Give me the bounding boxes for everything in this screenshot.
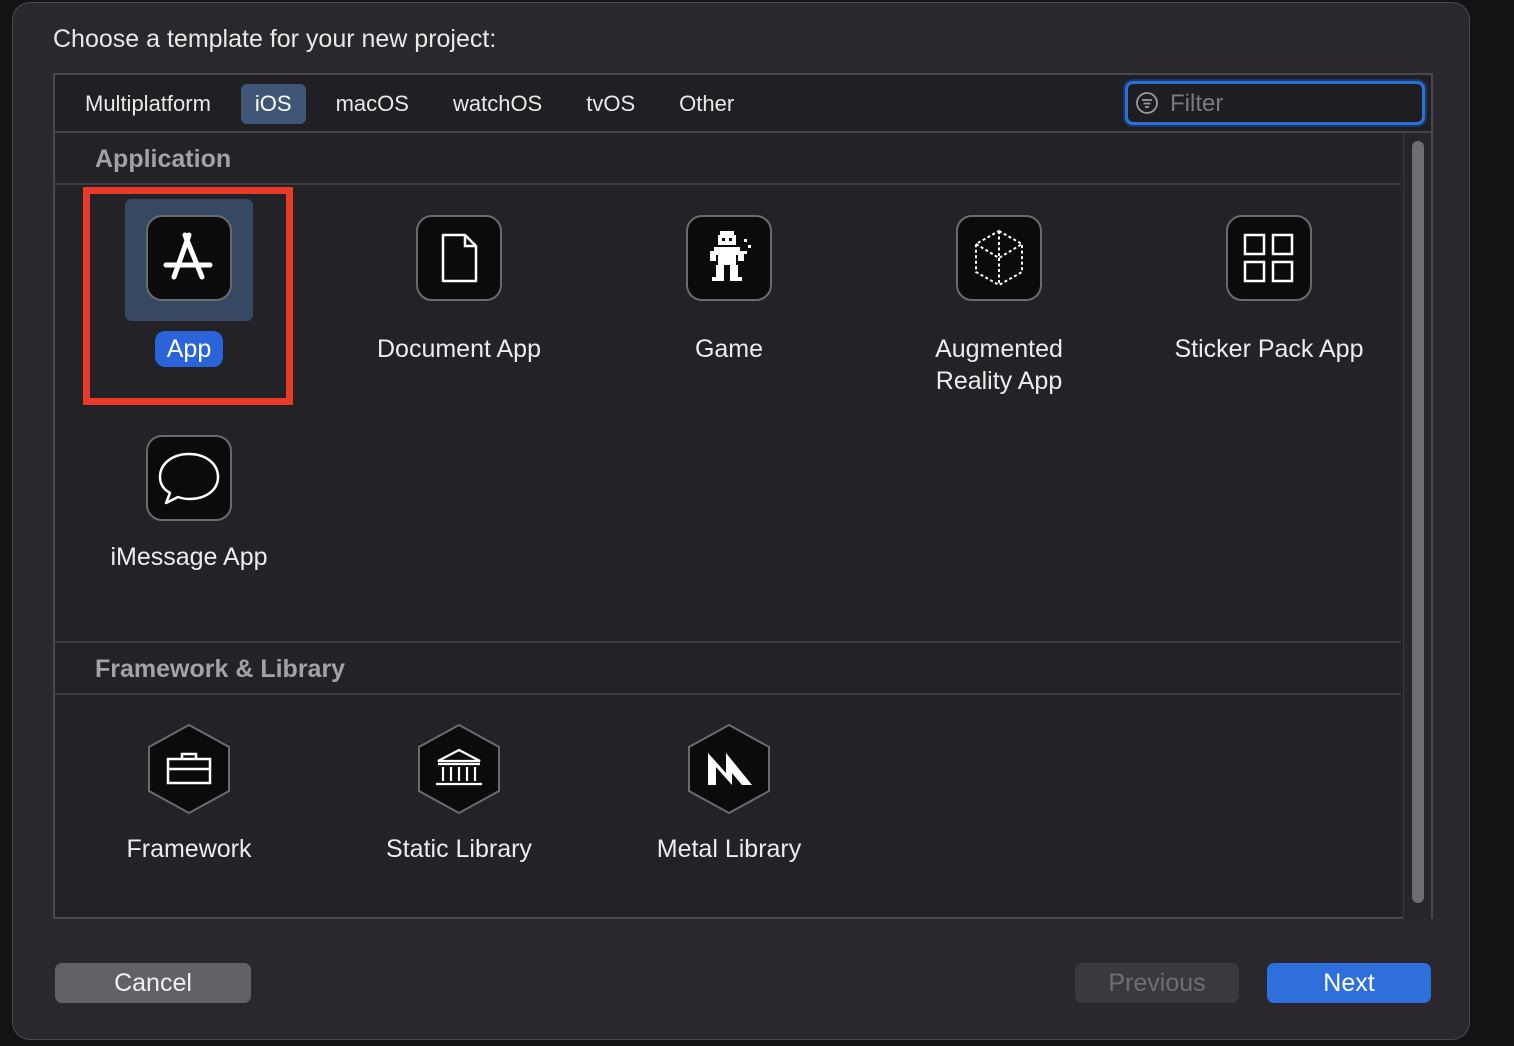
template-label: Metal Library (656, 835, 802, 863)
next-button[interactable]: Next (1267, 963, 1431, 1003)
template-label: iMessage App (110, 543, 268, 571)
template-label: Game (694, 335, 764, 363)
tab-macos[interactable]: macOS (322, 84, 423, 124)
section-divider (55, 641, 1401, 643)
new-project-dialog: Choose a template for your new project: … (12, 2, 1470, 1040)
template-label: Static Library (386, 835, 532, 863)
template-label: Sticker Pack App (1174, 335, 1364, 363)
template-label: Augmented Reality App (935, 335, 1063, 395)
dialog-title: Choose a template for your new project: (53, 25, 497, 53)
platform-tabbar: Multiplatform iOS macOS watchOS tvOS Oth… (55, 75, 1431, 133)
section-header-application: Application (55, 135, 1401, 185)
toolbox-icon (148, 723, 230, 815)
template-panel: Multiplatform iOS macOS watchOS tvOS Oth… (53, 73, 1433, 919)
metal-logo-icon (688, 723, 770, 815)
document-icon (416, 215, 502, 301)
sticker-grid-icon (1226, 215, 1312, 301)
scrollbar-thumb[interactable] (1412, 141, 1424, 903)
section-title: Application (95, 145, 232, 173)
section-header-framework: Framework & Library (55, 645, 1401, 695)
tab-other[interactable]: Other (665, 84, 748, 124)
tab-tvos[interactable]: tvOS (572, 84, 649, 124)
section-title: Framework & Library (95, 655, 346, 683)
tab-ios[interactable]: iOS (240, 84, 306, 124)
tab-multiplatform[interactable]: Multiplatform (71, 84, 225, 124)
ar-cube-icon (956, 215, 1042, 301)
app-store-icon (146, 215, 232, 301)
selection-background (125, 199, 253, 321)
filter-field[interactable] (1125, 81, 1425, 125)
vertical-scrollbar[interactable] (1403, 133, 1431, 919)
cancel-button[interactable]: Cancel (55, 963, 251, 1003)
template-label: App (79, 331, 299, 367)
filter-input[interactable] (1168, 87, 1412, 121)
bank-building-icon (418, 723, 500, 815)
template-label: Framework (126, 835, 252, 863)
game-sprite-icon (686, 215, 772, 301)
previous-button[interactable]: Previous (1075, 963, 1239, 1003)
filter-icon (1136, 92, 1158, 114)
template-label: Document App (377, 335, 541, 363)
tab-watchos[interactable]: watchOS (439, 84, 556, 124)
speech-bubble-icon (146, 435, 232, 521)
